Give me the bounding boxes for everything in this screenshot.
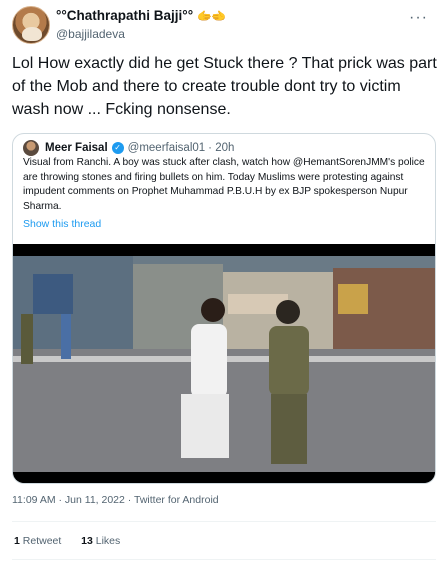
handshake-emoji-icon: 🫱🫲 <box>197 8 226 23</box>
author-handle[interactable]: @bajjiladeva <box>56 27 125 41</box>
quoted-tweet-text: Visual from Ranchi. A boy was stuck afte… <box>23 157 425 212</box>
like-label: Likes <box>95 535 121 547</box>
quoted-tweet[interactable]: Meer Faisal ✓ @meerfaisal01 · 20h Visual… <box>12 133 436 484</box>
tweet-header: °°Chathrapathi Bajji°° 🫱🫲 @bajjiladeva ·… <box>12 6 432 46</box>
like-count: 13 <box>81 535 93 547</box>
quoted-video[interactable] <box>13 244 435 483</box>
tweet-text: Lol How exactly did he get Stuck there ?… <box>12 55 437 118</box>
quoted-author-handle[interactable]: @meerfaisal01 <box>128 142 206 154</box>
quoted-author-name[interactable]: Meer Faisal <box>45 142 108 154</box>
divider <box>12 559 436 560</box>
more-dots-icon[interactable]: ··· <box>409 9 428 27</box>
author-display-name[interactable]: °°Chathrapathi Bajji°° <box>56 8 193 23</box>
quoted-author-avatar[interactable] <box>23 140 39 156</box>
author-avatar[interactable] <box>12 6 50 44</box>
show-thread-link[interactable]: Show this thread <box>23 218 101 230</box>
divider <box>12 521 436 522</box>
quoted-tweet-age: · 20h <box>208 142 235 154</box>
author-name-row[interactable]: °°Chathrapathi Bajji°° 🫱🫲 <box>56 8 226 23</box>
quoted-tweet-header: Meer Faisal ✓ @meerfaisal01 · 20h <box>23 140 234 156</box>
tweet-stats: 1 Retweet 13 Likes <box>14 535 120 547</box>
like-count-link[interactable]: 13 Likes <box>81 535 120 547</box>
retweet-count: 1 <box>14 535 20 547</box>
tweet-timestamp[interactable]: 11:09 AM · Jun 11, 2022 · Twitter for An… <box>12 494 219 506</box>
verified-badge-icon: ✓ <box>111 142 124 154</box>
retweet-count-link[interactable]: 1 Retweet <box>14 535 61 547</box>
video-frame <box>13 244 435 483</box>
retweet-label: Retweet <box>22 535 62 547</box>
